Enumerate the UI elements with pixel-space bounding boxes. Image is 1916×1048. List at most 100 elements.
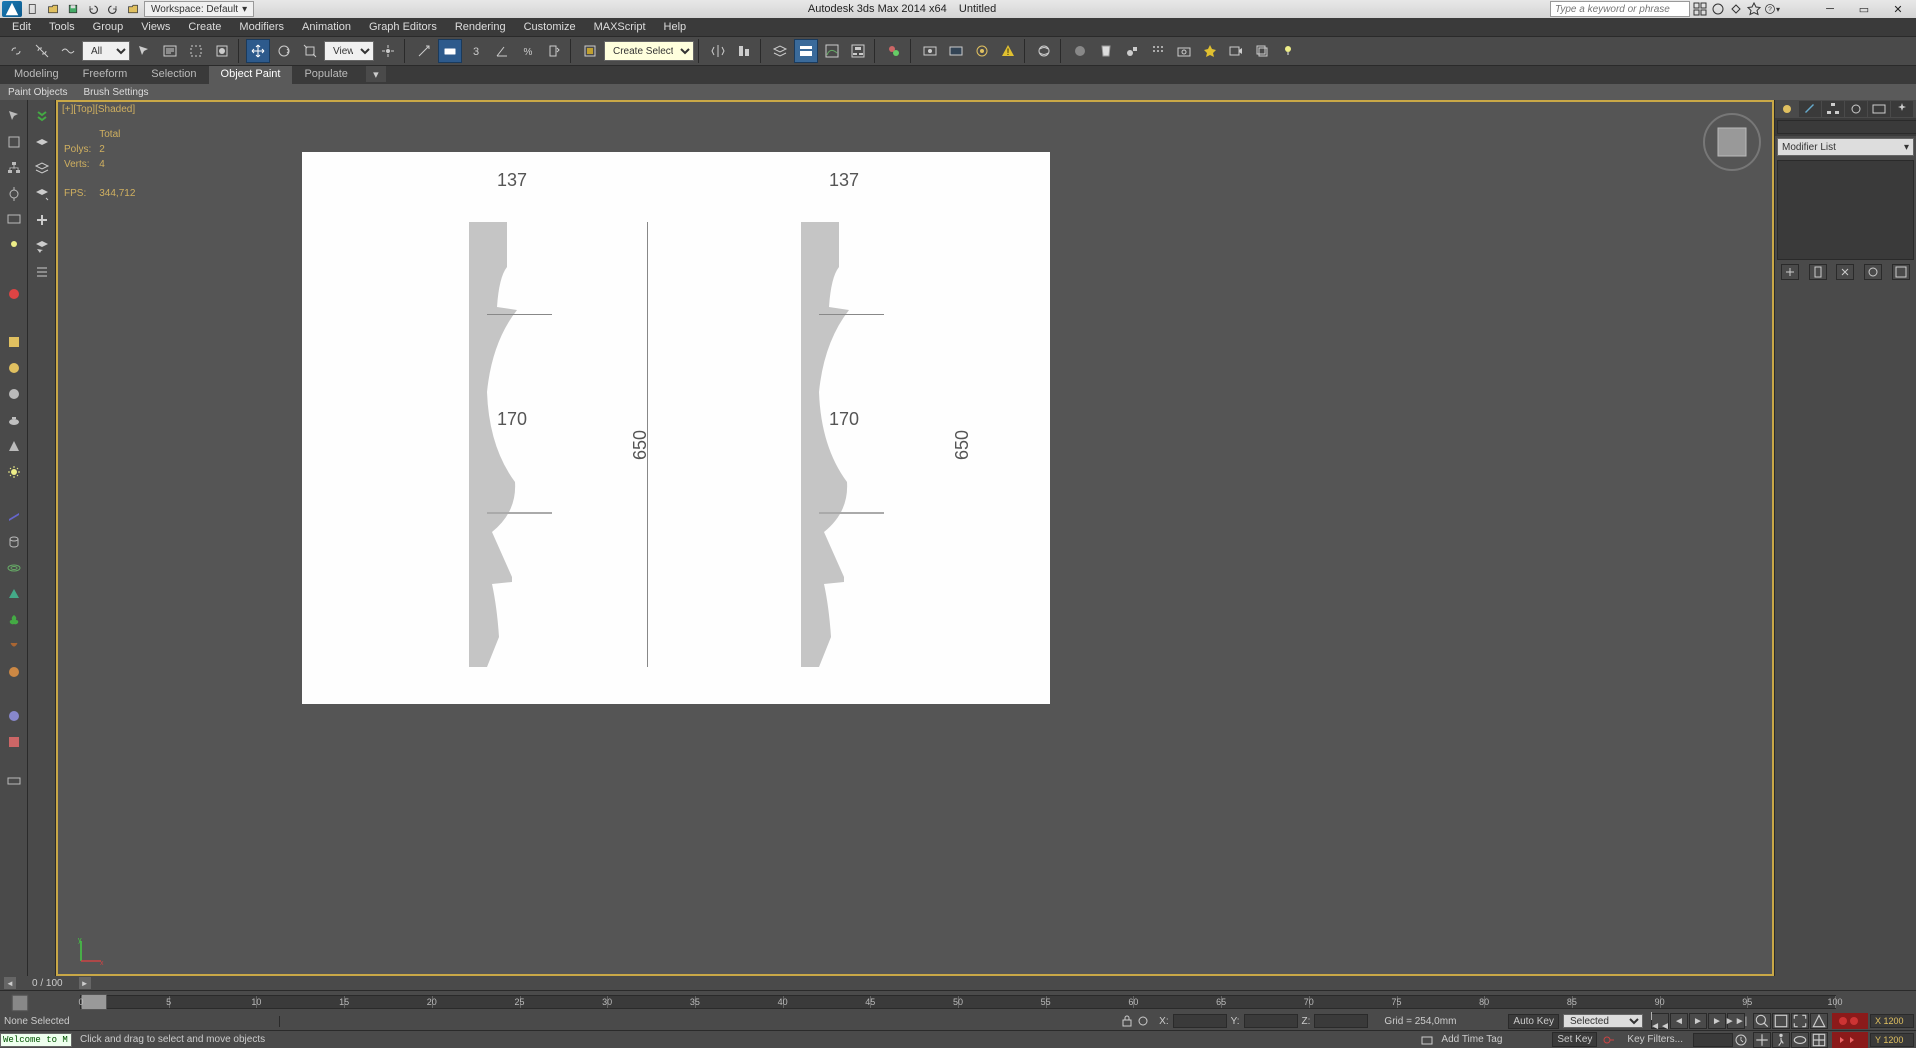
scroll-right-icon[interactable]: ► (79, 977, 91, 989)
massfx-tools-icon[interactable] (1120, 39, 1144, 63)
adaptive-degradation-icon[interactable] (1832, 1013, 1868, 1029)
percent-snap-icon[interactable]: % (516, 39, 540, 63)
pin-stack-icon[interactable] (1781, 264, 1799, 280)
anim-layers-icon[interactable] (10, 993, 30, 1011)
zoom-extents-icon[interactable] (1791, 1013, 1809, 1029)
manipulate-icon[interactable] (412, 39, 436, 63)
isolate-selection-icon[interactable] (1135, 1013, 1151, 1029)
play-icon[interactable]: ► (1689, 1013, 1707, 1029)
sphere-icon[interactable] (2, 356, 26, 380)
plane-icon[interactable] (2, 504, 26, 528)
render-setup-icon[interactable] (918, 39, 942, 63)
menu-create[interactable]: Create (180, 20, 229, 34)
open-icon[interactable] (44, 1, 62, 17)
particle-view-icon[interactable] (1068, 39, 1092, 63)
key-icon[interactable] (1601, 1032, 1617, 1048)
minimize-button[interactable]: ─ (1814, 1, 1846, 17)
app-icon[interactable] (2, 1, 22, 17)
time-slider-track[interactable]: 0510152025303540455055606570758085909510… (80, 995, 1836, 1009)
close-button[interactable]: ✕ (1882, 1, 1914, 17)
named-sel-set-icon[interactable] (578, 39, 602, 63)
zoom-all-icon[interactable] (1772, 1013, 1790, 1029)
menu-maxscript[interactable]: MAXScript (586, 20, 654, 34)
snapshot-icon[interactable] (1172, 39, 1196, 63)
menu-animation[interactable]: Animation (294, 20, 359, 34)
menu-modifiers[interactable]: Modifiers (231, 20, 292, 34)
render-warning-icon[interactable]: ! (996, 39, 1020, 63)
cylinder2-icon[interactable] (2, 730, 26, 754)
fov-icon[interactable] (1810, 1013, 1828, 1029)
ref-coord-system[interactable]: View (324, 41, 374, 61)
menu-tools[interactable]: Tools (41, 20, 83, 34)
display-icon[interactable] (2, 208, 26, 232)
timeline[interactable]: 0510152025303540455055606570758085909510… (0, 990, 1916, 1012)
key-mode-select[interactable]: Selected (1563, 1014, 1643, 1028)
walk-icon[interactable] (1772, 1032, 1790, 1048)
layer-list-icon[interactable] (30, 260, 54, 284)
configure-sets-icon[interactable] (1892, 264, 1910, 280)
cone-icon[interactable] (2, 434, 26, 458)
curve-editor-icon[interactable] (820, 39, 844, 63)
menu-help[interactable]: Help (656, 20, 695, 34)
infocenter-icon[interactable] (1692, 1, 1708, 17)
select-rotate-icon[interactable] (272, 39, 296, 63)
y-input[interactable] (1244, 1014, 1298, 1028)
next-frame-icon[interactable]: ► (1708, 1013, 1726, 1029)
brush-settings-panel[interactable]: Brush Settings (75, 86, 156, 99)
window-crossing-icon[interactable] (210, 39, 234, 63)
layer-new-icon[interactable] (30, 130, 54, 154)
remove-mod-icon[interactable] (1864, 264, 1882, 280)
spinner-snap-icon[interactable] (542, 39, 566, 63)
box-icon[interactable] (2, 330, 26, 354)
pyramid-icon[interactable] (2, 582, 26, 606)
make-unique-icon[interactable] (1836, 264, 1854, 280)
material-editor-icon[interactable] (882, 39, 906, 63)
help-icon[interactable]: ?▾ (1764, 1, 1780, 17)
select-move-icon[interactable] (246, 39, 270, 63)
angle-snap-icon[interactable] (490, 39, 514, 63)
new-icon[interactable] (24, 1, 42, 17)
toggle-ribbon-icon[interactable] (794, 39, 818, 63)
menu-group[interactable]: Group (85, 20, 132, 34)
snaps-toggle-icon[interactable]: 3 (464, 39, 488, 63)
save-icon[interactable] (64, 1, 82, 17)
layer-pointer-icon[interactable] (30, 234, 54, 258)
project-icon[interactable] (124, 1, 142, 17)
viewport[interactable]: [+][Top][Shaded] Total Polys:2 Verts:4 F… (56, 100, 1774, 976)
favorites-icon[interactable] (1746, 1, 1762, 17)
object-name-input[interactable] (1777, 120, 1916, 134)
lock-selection-icon[interactable] (1119, 1013, 1135, 1029)
maximize-button[interactable]: ▭ (1848, 1, 1880, 17)
workspace-selector[interactable]: Workspace: Default▾ (144, 1, 254, 17)
torus-icon[interactable] (2, 556, 26, 580)
teapot-icon[interactable] (2, 408, 26, 432)
batch-render-icon[interactable] (1250, 39, 1274, 63)
tube-icon[interactable] (2, 530, 26, 554)
schematic-view-icon[interactable] (846, 39, 870, 63)
tab-object-paint[interactable]: Object Paint (209, 66, 293, 84)
layer-hide-icon[interactable] (30, 182, 54, 206)
modifier-stack[interactable] (1777, 160, 1914, 260)
autodesk360-icon[interactable] (1032, 39, 1056, 63)
create-tab-icon[interactable] (1776, 101, 1798, 117)
time-tag-icon[interactable] (1419, 1032, 1435, 1048)
layer-manager-icon[interactable] (768, 39, 792, 63)
tab-modeling[interactable]: Modeling (2, 66, 71, 84)
time-slider[interactable] (81, 994, 107, 1010)
motion-icon[interactable] (2, 182, 26, 206)
menu-rendering[interactable]: Rendering (447, 20, 514, 34)
current-frame-input[interactable] (1693, 1033, 1733, 1047)
select-object-icon[interactable] (132, 39, 156, 63)
video-post-icon[interactable] (1224, 39, 1248, 63)
viewport-label[interactable]: [+][Top][Shaded] (62, 104, 135, 115)
render-production-icon[interactable] (970, 39, 994, 63)
bind-space-warp-icon[interactable] (56, 39, 80, 63)
communication-center-icon[interactable] (1832, 1032, 1868, 1048)
redo-icon[interactable] (104, 1, 122, 17)
foliage-icon[interactable] (2, 608, 26, 632)
geosphere-icon[interactable] (2, 382, 26, 406)
menu-graph-editors[interactable]: Graph Editors (361, 20, 445, 34)
maxscript-listener[interactable]: Welcome to M (0, 1033, 72, 1047)
goto-end-icon[interactable]: ►►| (1727, 1013, 1745, 1029)
align-icon[interactable] (732, 39, 756, 63)
